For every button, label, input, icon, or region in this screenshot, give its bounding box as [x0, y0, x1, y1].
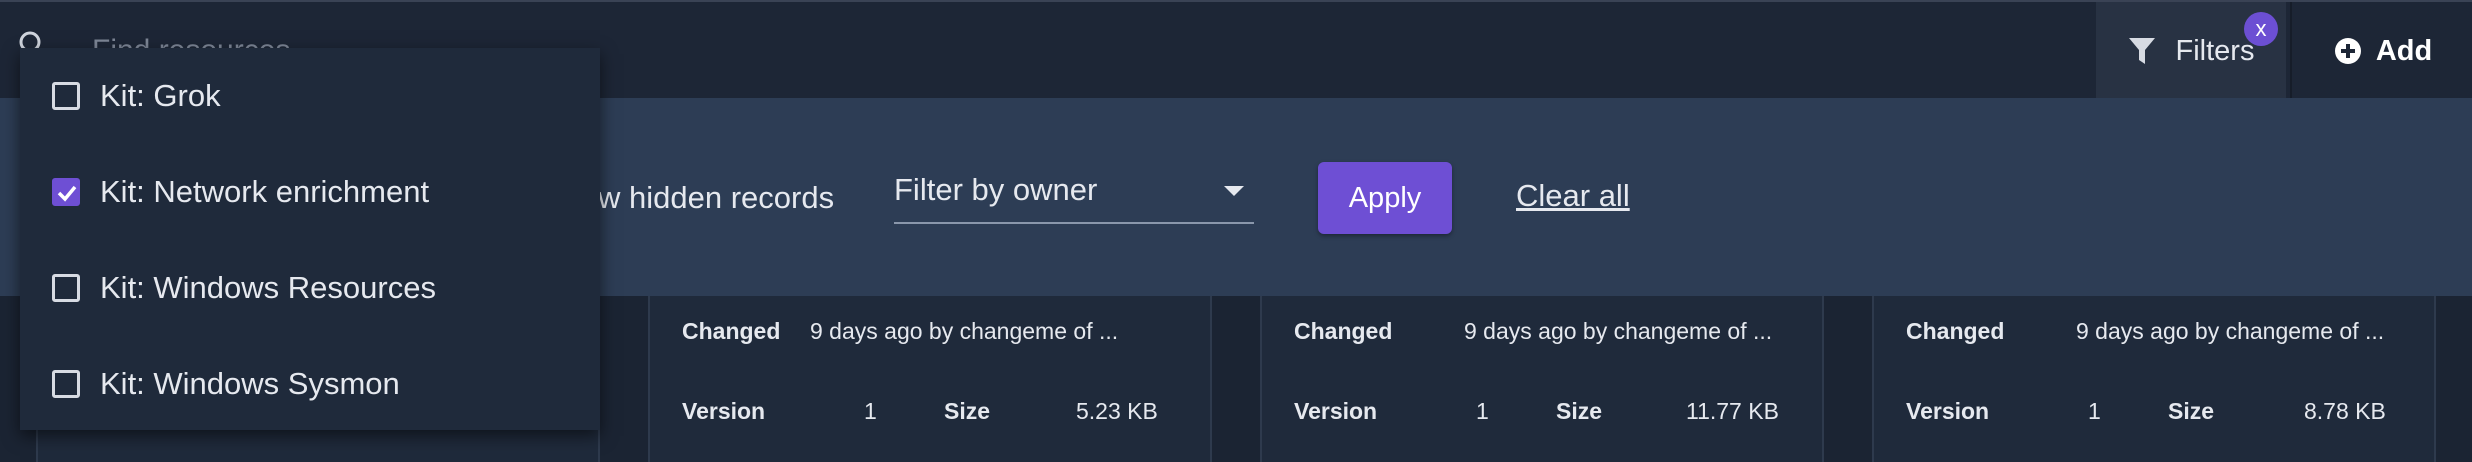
checkbox-checked[interactable]: [52, 178, 80, 206]
checkbox[interactable]: [52, 274, 80, 302]
kit-option-windows-resources[interactable]: Kit: Windows Resources: [20, 240, 600, 336]
version-value: 1: [1476, 398, 1489, 424]
version-label: Version: [682, 398, 766, 424]
owner-filter-select[interactable]: Filter by owner: [894, 168, 1254, 224]
filters-label: Filters: [2175, 34, 2255, 67]
size-label: Size: [2168, 398, 2215, 424]
size-value: 8.78 KB: [2304, 398, 2386, 424]
size-label: Size: [944, 398, 991, 424]
changed-value: 9 days ago by changeme of ...: [2076, 318, 2385, 344]
version-label: Version: [1906, 398, 1990, 424]
changed-label: Changed: [1294, 318, 1393, 344]
filter-icon: [2128, 38, 2155, 64]
changed-label: Changed: [682, 318, 781, 344]
kit-option-grok[interactable]: Kit: Grok: [20, 48, 600, 144]
version-value: 1: [2088, 398, 2101, 424]
version-value: 1: [864, 398, 877, 424]
size-value: 5.23 KB: [1076, 398, 1158, 424]
add-label: Add: [2375, 34, 2433, 67]
size-value: 11.77 KB: [1686, 398, 1779, 424]
apply-button[interactable]: Apply: [1318, 162, 1452, 234]
kit-filter-dropdown: Kit: Grok Kit: Network enrichment Kit: W…: [20, 48, 600, 430]
checkbox[interactable]: [52, 82, 80, 110]
check-icon: [57, 185, 77, 202]
kit-option-windows-sysmon[interactable]: Kit: Windows Sysmon: [20, 336, 600, 432]
resource-card[interactable]: Changed 9 days ago by changeme of ... Ve…: [1260, 296, 1824, 462]
filters-clear-badge[interactable]: x: [2244, 12, 2278, 46]
checkbox[interactable]: [52, 370, 80, 398]
version-label: Version: [1294, 398, 1378, 424]
add-button[interactable]: Add: [2290, 2, 2472, 100]
show-hidden-records-label[interactable]: w hidden records: [598, 180, 834, 216]
kit-option-label: Kit: Network enrichment: [100, 174, 430, 209]
changed-label: Changed: [1906, 318, 2005, 344]
kit-option-label: Kit: Windows Sysmon: [100, 366, 400, 401]
size-label: Size: [1556, 398, 1603, 424]
owner-select-value: Filter by owner: [894, 172, 1098, 207]
changed-value: 9 days ago by changeme of ...: [1464, 318, 1773, 344]
caret-down-icon: [1224, 186, 1244, 196]
kit-option-label: Kit: Windows Resources: [100, 270, 436, 305]
clear-all-link[interactable]: Clear all: [1516, 178, 1630, 214]
kit-option-network-enrichment[interactable]: Kit: Network enrichment: [20, 144, 600, 240]
resource-card[interactable]: Changed 9 days ago by changeme of ... Ve…: [648, 296, 1212, 462]
resource-card[interactable]: Changed 9 days ago by changeme of ... Ve…: [1872, 296, 2436, 462]
plus-circle-icon: [2334, 38, 2361, 64]
kit-option-label: Kit: Grok: [100, 78, 221, 113]
changed-value: 9 days ago by changeme of ...: [810, 318, 1119, 344]
